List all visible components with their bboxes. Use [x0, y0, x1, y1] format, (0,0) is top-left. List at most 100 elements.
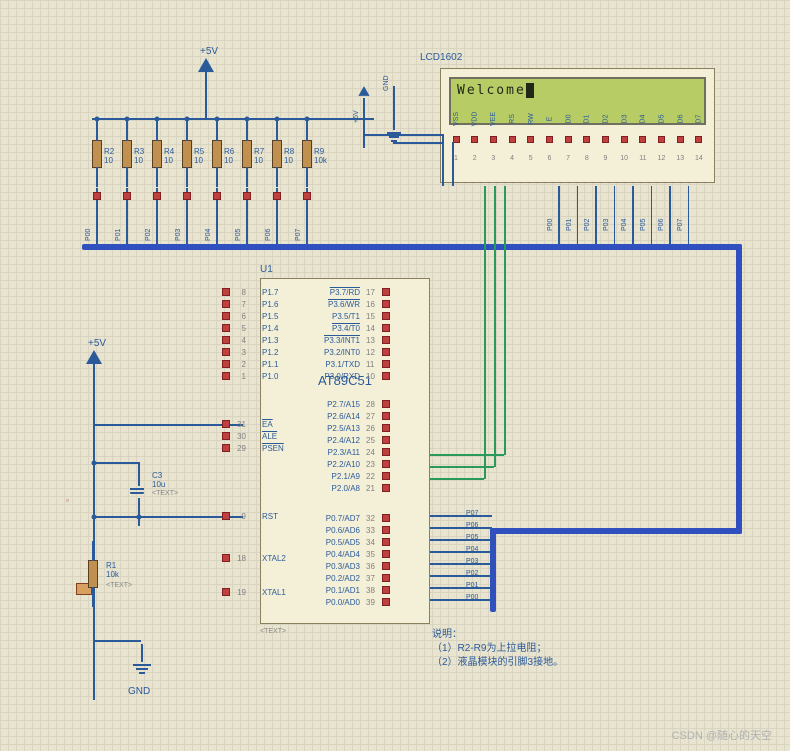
u1-pin-p1-4: 5P1.4 — [222, 322, 250, 334]
net-label-p04: P04 — [205, 229, 212, 241]
net-label-p00: P00 — [85, 229, 92, 241]
resistor-r8 — [272, 140, 282, 168]
lcd-pins: VSS1VDD2VEE3RS4RW5E6D07D18D29D310D411D51… — [449, 112, 706, 162]
u1-pin-rst: 9RST — [222, 510, 250, 522]
net-label-p0-p00: P00 — [466, 594, 478, 601]
gnd-bottom-label: GND — [128, 686, 150, 697]
resistor-r9 — [302, 140, 312, 168]
u1-pin-xtal2: 18XTAL2 — [222, 552, 250, 564]
lcd-pin-d5: D512 — [655, 112, 669, 162]
u1-ref: U1 — [260, 264, 273, 275]
resistor-r3-label: R310 — [134, 148, 144, 166]
resistor-r9-label: R910k — [314, 148, 327, 166]
u1-pin-p2-7-a15: P2.7/A1528 — [300, 398, 390, 410]
gnd-lcd-label: GND — [383, 75, 390, 91]
net-label-p02: P02 — [145, 229, 152, 241]
lcd-title: LCD1602 — [420, 52, 462, 63]
resistor-r2 — [92, 140, 102, 168]
lcd-text: Welcome — [457, 83, 526, 98]
u1-pin-ea: 31EA — [222, 418, 250, 430]
net-label-p05: P05 — [235, 229, 242, 241]
lcd-pin-d3: D310 — [617, 112, 631, 162]
net-label-p06: P06 — [265, 229, 272, 241]
u1-pin-p1-5: 6P1.5 — [222, 310, 250, 322]
net-label-p0-p05: P05 — [466, 534, 478, 541]
u1-pin-p3-4-t0: P3.4/T014 — [300, 322, 390, 334]
annotation-line2: （2）液晶模块的引脚3接地。 — [432, 656, 563, 670]
bus-main-h — [82, 244, 742, 250]
resistor-r7 — [242, 140, 252, 168]
u1-pin-p3-7-rd: P3.7/RD17 — [300, 286, 390, 298]
u1-pin-ale: 30ALE — [222, 430, 250, 442]
net-label-p01: P01 — [115, 229, 122, 241]
u1-pin-p0-2-ad2: P0.2/AD237 — [300, 572, 390, 584]
u1-pin-p0-0-ad0: P0.0/AD039 — [300, 596, 390, 608]
u1-pin-p0-7-ad7: P0.7/AD732 — [300, 512, 390, 524]
power-5v-bottom: +5V — [86, 350, 102, 404]
lcd-module: Welcome VSS1VDD2VEE3RS4RW5E6D07D18D29D31… — [440, 68, 715, 183]
power-5v-lcd-label: +5V — [353, 110, 360, 123]
lcd-pin-d0: D07 — [561, 112, 575, 162]
net-label-p0-p06: P06 — [466, 522, 478, 529]
u1-pin-p2-1-a9: P2.1/A922 — [300, 470, 390, 482]
net-label-lcd-p06: P06 — [658, 219, 665, 231]
u1-pin-p2-2-a10: P2.2/A1023 — [300, 458, 390, 470]
net-label-p0-p03: P03 — [466, 558, 478, 565]
gnd-bottom — [132, 644, 152, 674]
resistor-r2-label: R210 — [104, 148, 114, 166]
lcd-pin-d1: D18 — [580, 112, 594, 162]
cap-c3-label: C3 10u <TEXT> — [152, 472, 178, 497]
u1-pin-p0-5-ad5: P0.5/AD534 — [300, 536, 390, 548]
resistor-r1 — [88, 560, 98, 588]
u1-pin-p0-4-ad4: P0.4/AD435 — [300, 548, 390, 560]
resistor-r1-label: R1 10k — [106, 562, 119, 580]
wire-rail-top — [92, 118, 374, 120]
wire-ea — [93, 424, 243, 426]
resistor-r4-label: R410 — [164, 148, 174, 166]
annotation-line1: （1）R2-R9为上拉电阻； — [432, 642, 563, 656]
lcd-pin-e: E6 — [542, 112, 556, 162]
u1-pin-p2-0-a8: P2.0/A821 — [300, 482, 390, 494]
u1-pin-p0-6-ad6: P0.6/AD633 — [300, 524, 390, 536]
u1-pin-p1-2: 3P1.2 — [222, 346, 250, 358]
power-5v-lcd: +5V — [356, 84, 372, 148]
u1-pin-p3-5-t1: P3.5/T115 — [300, 310, 390, 322]
resistor-r6-label: R610 — [224, 148, 234, 166]
power-5v-label: +5V — [200, 46, 218, 57]
lcd-pin-rs: RS4 — [505, 112, 519, 162]
lcd-pin-d4: D411 — [636, 112, 650, 162]
resistor-r5-label: R510 — [194, 148, 204, 166]
net-label-lcd-p07: P07 — [677, 219, 684, 231]
wire-rail-stem — [205, 92, 207, 118]
bus-main-h2 — [490, 528, 742, 534]
u1-pin-psen: 29PSEN — [222, 442, 250, 454]
lcd-pin-d7: D714 — [692, 112, 706, 162]
resistor-r6 — [212, 140, 222, 168]
wire-rst — [93, 516, 243, 518]
resistor-r3 — [122, 140, 132, 168]
u1-pin-p3-0-rxd: P3.0/RXD10 — [300, 370, 390, 382]
u1-pin-p3-6-wr: P3.6/WR16 — [300, 298, 390, 310]
resistor-r8-label: R810 — [284, 148, 294, 166]
u1-pin-p2-3-a11: P2.3/A1124 — [300, 446, 390, 458]
net-label-lcd-p00: P00 — [547, 219, 554, 231]
resistor-r5 — [182, 140, 192, 168]
u1-pin-p0-1-ad1: P0.1/AD138 — [300, 584, 390, 596]
u1-pin-p3-2-int0: P3.2/INT012 — [300, 346, 390, 358]
cap-c3 — [132, 472, 142, 512]
u1-pin-p3-3-int1: P3.3/INT113 — [300, 334, 390, 346]
u1-pin-p3-1-txd: P3.1/TXD11 — [300, 358, 390, 370]
net-label-p0-p04: P04 — [466, 546, 478, 553]
lcd-pin-d2: D29 — [599, 112, 613, 162]
u1-pin-p1-6: 7P1.6 — [222, 298, 250, 310]
wire-c3-top — [93, 462, 138, 464]
u1-pin-p1-3: 4P1.3 — [222, 334, 250, 346]
u1-pin-p1-7: 8P1.7 — [222, 286, 250, 298]
watermark: CSDN @随心的天空 — [672, 727, 772, 743]
net-label-p03: P03 — [175, 229, 182, 241]
power-5v-bottom-label: +5V — [88, 338, 106, 349]
annotation-title: 说明： — [432, 628, 563, 642]
u1-pin-p0-3-ad3: P0.3/AD336 — [300, 560, 390, 572]
resistor-r7-label: R710 — [254, 148, 264, 166]
u1-pin-xtal1: 19XTAL1 — [222, 586, 250, 598]
